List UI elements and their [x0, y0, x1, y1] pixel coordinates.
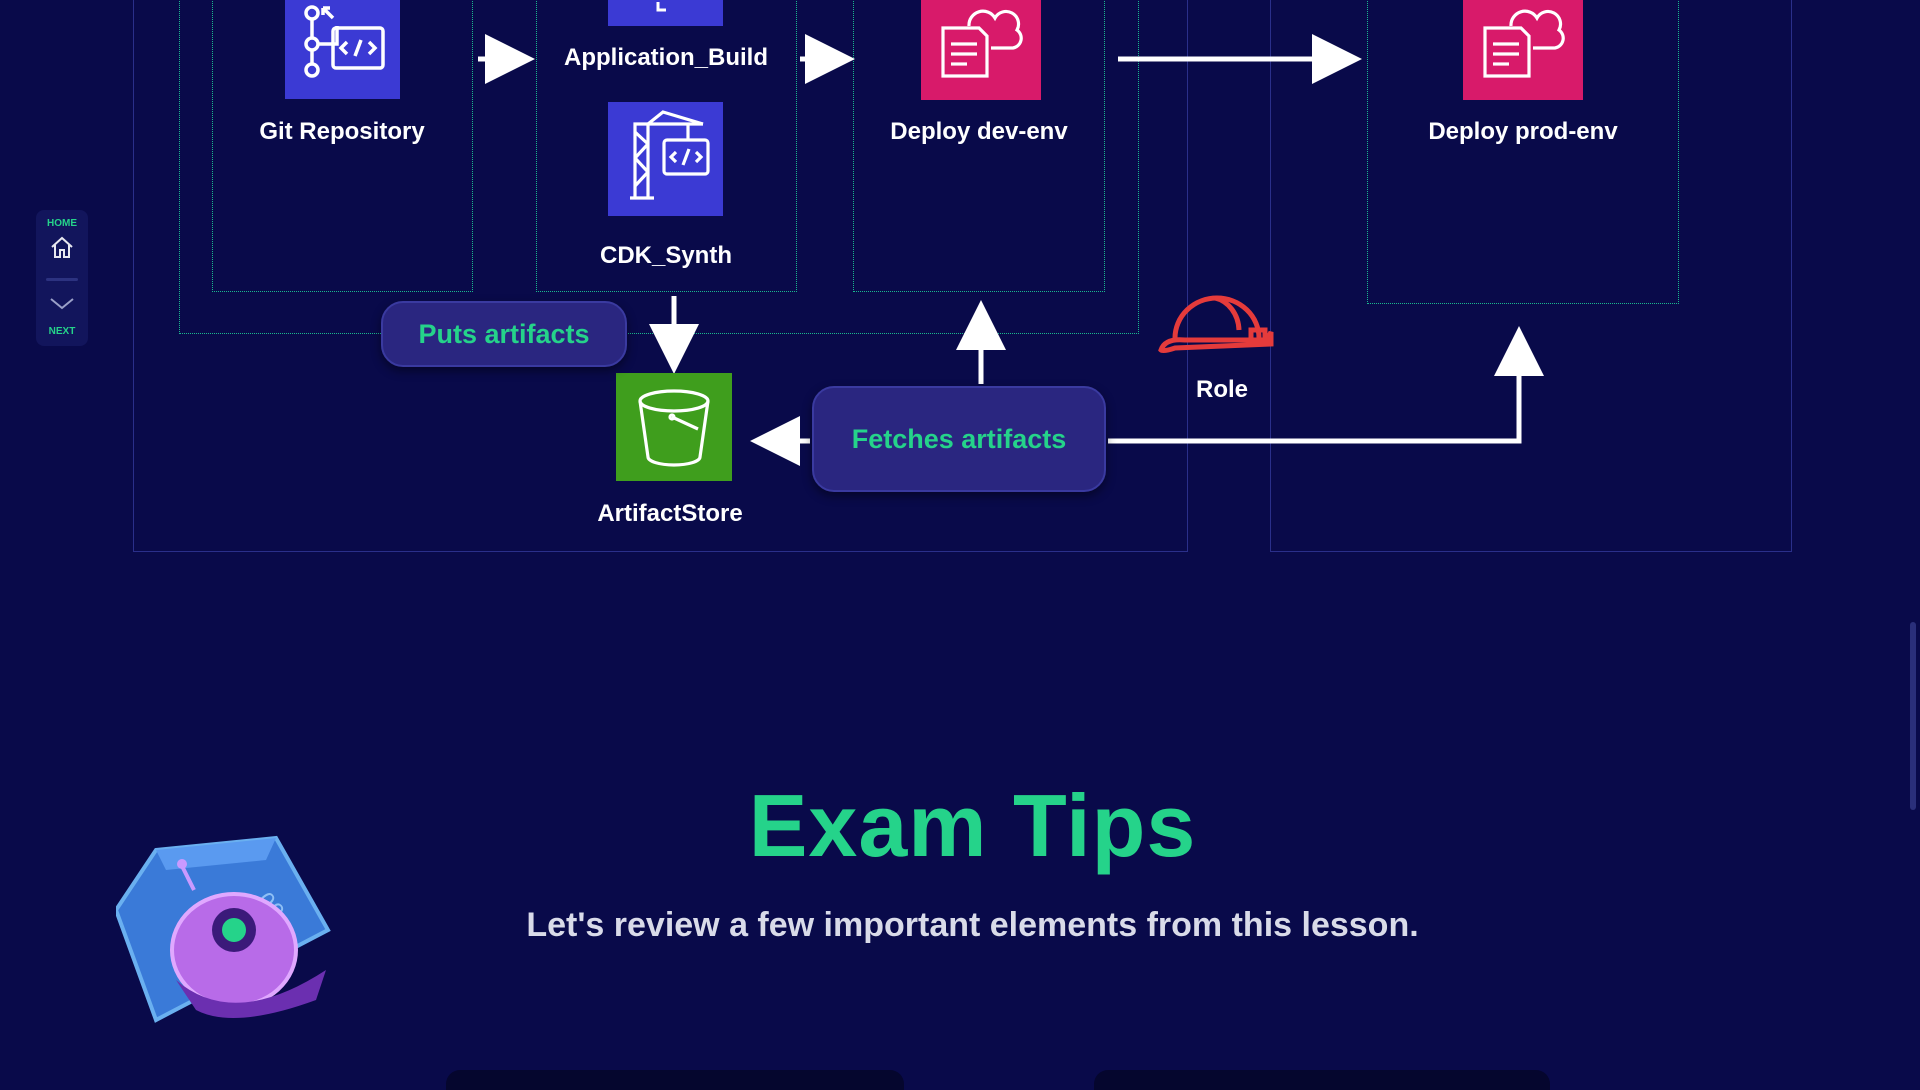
- tip-card-left: [446, 1070, 904, 1090]
- fetches-artifacts-pill: Fetches artifacts: [812, 386, 1106, 492]
- page-scrollbar[interactable]: [1910, 622, 1916, 810]
- application-build-label: Application_Build: [564, 44, 768, 71]
- codecommit-icon: [285, 0, 400, 99]
- cdk-synth-label: CDK_Synth: [599, 242, 732, 269]
- deploy-dev-label: Deploy dev-env: [890, 118, 1068, 145]
- nav-divider: [46, 278, 78, 281]
- next-label[interactable]: NEXT: [36, 326, 88, 337]
- codedeploy-icon: [1463, 0, 1583, 100]
- section-title: Exam Tips: [748, 776, 1197, 875]
- puts-artifacts-pill: Puts artifacts: [381, 301, 627, 367]
- home-label[interactable]: HOME: [36, 218, 88, 229]
- deploy-prod-label: Deploy prod-env: [1428, 118, 1618, 145]
- codedeploy-icon: [921, 0, 1041, 100]
- git-repository-label: Git Repository: [259, 118, 425, 145]
- codebuild-icon: [608, 102, 723, 216]
- home-icon[interactable]: [49, 234, 75, 260]
- codebuild-icon: [608, 0, 723, 26]
- chevron-down-icon[interactable]: [49, 294, 75, 312]
- role-label: Role: [1195, 376, 1248, 403]
- section-subtitle: Let's review a few important elements fr…: [526, 906, 1419, 944]
- arrow-fetch-to-prod: [1108, 326, 1544, 444]
- artifact-store-label: ArtifactStore: [597, 500, 743, 527]
- tip-card-right: [1094, 1070, 1550, 1090]
- side-nav: HOME NEXT: [36, 210, 88, 346]
- hard-hat-icon: [1155, 282, 1279, 360]
- s3-bucket-icon: [616, 373, 732, 481]
